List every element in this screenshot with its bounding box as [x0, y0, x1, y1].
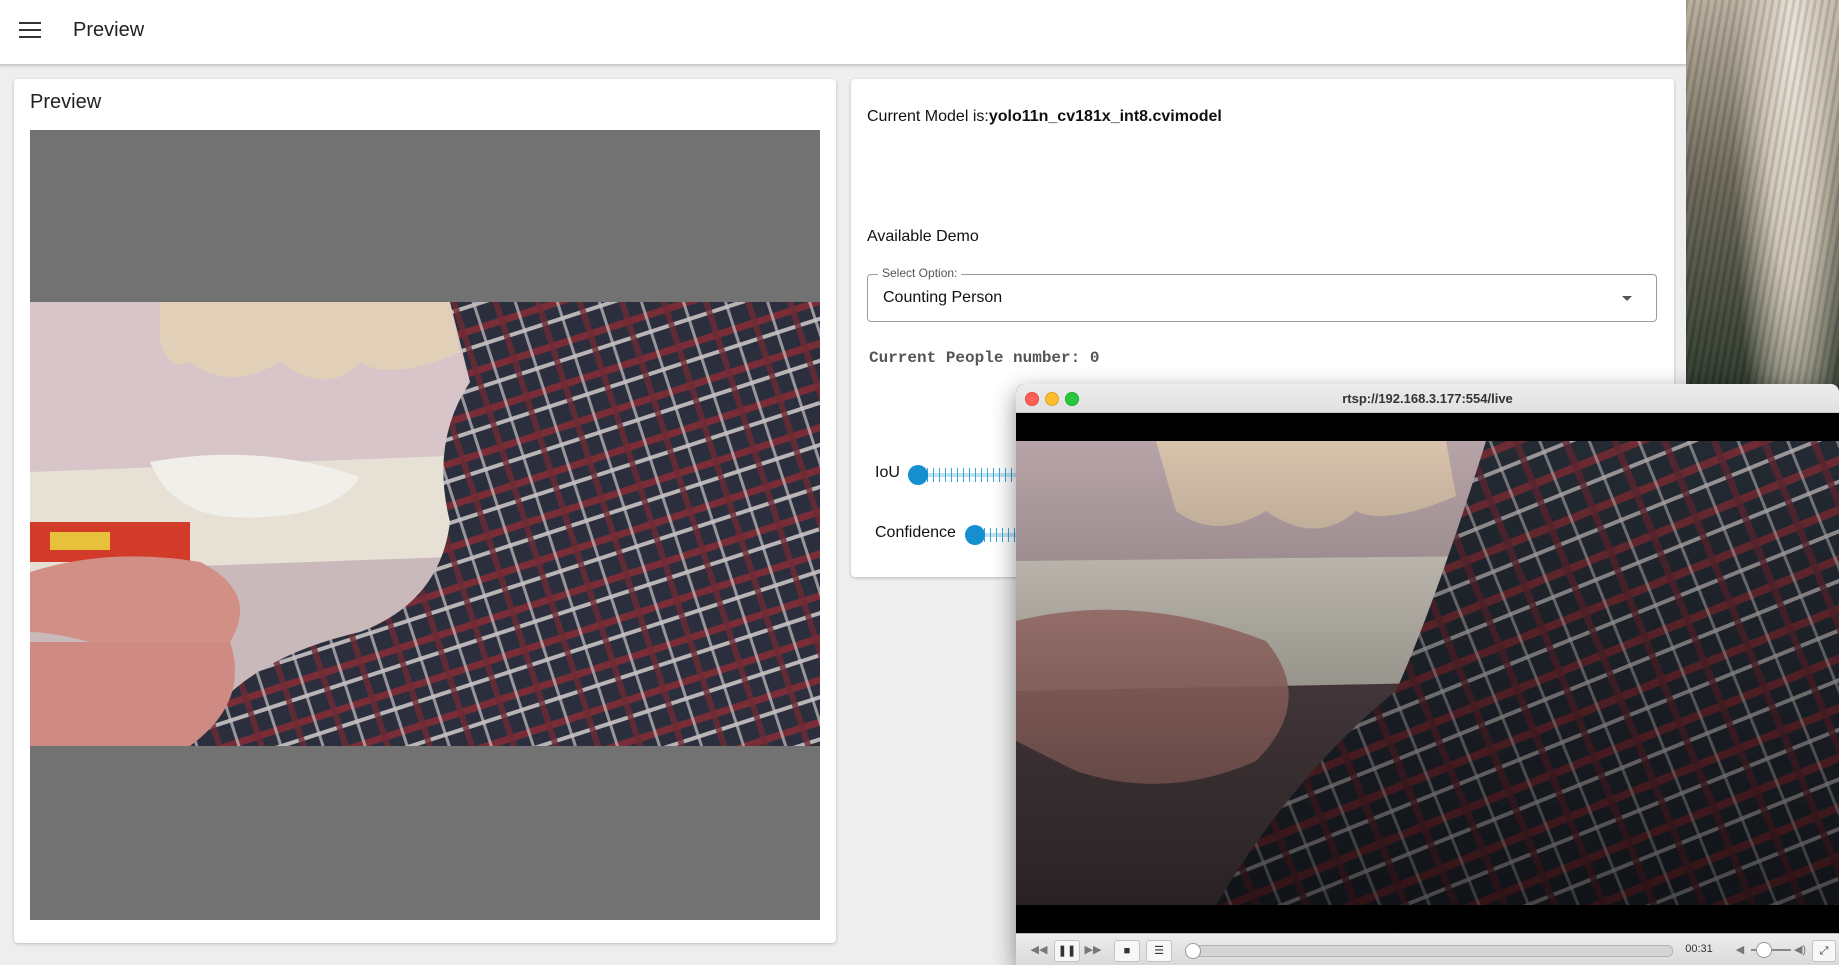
- confidence-slider-thumb[interactable]: [965, 525, 985, 545]
- demo-select[interactable]: Select Option: Counting Person: [867, 266, 1657, 322]
- fast-forward-icon[interactable]: ▶▶: [1082, 940, 1104, 960]
- camera-frame: [30, 302, 820, 746]
- available-demo-label: Available Demo: [867, 228, 979, 245]
- select-value: Counting Person: [883, 289, 1003, 306]
- people-count: Current People number: 0: [869, 349, 1100, 367]
- seek-bar[interactable]: [1185, 943, 1673, 959]
- app-bar: Preview: [0, 0, 1686, 65]
- player-title: rtsp://192.168.3.177:554/live: [1342, 391, 1513, 406]
- current-model: Current Model is:yolo11n_cv181x_int8.cvi…: [867, 108, 1222, 126]
- playlist-icon[interactable]: ☰: [1146, 940, 1172, 962]
- confidence-label: Confidence: [875, 524, 956, 541]
- volume-max-icon[interactable]: ◀): [1792, 940, 1808, 960]
- seek-knob[interactable]: [1185, 943, 1201, 959]
- chevron-down-icon: [1622, 296, 1632, 301]
- menu-icon[interactable]: [19, 22, 41, 40]
- preview-card-title: Preview: [30, 91, 102, 113]
- iou-label: IoU: [875, 464, 900, 481]
- pause-icon[interactable]: ❚❚: [1054, 940, 1080, 962]
- app-title: Preview: [73, 19, 145, 41]
- model-name: yolo11n_cv181x_int8.cvimodel: [988, 108, 1222, 125]
- iou-slider-thumb[interactable]: [908, 465, 928, 485]
- player-video: [1016, 441, 1839, 905]
- preview-video: [30, 130, 820, 920]
- volume-mute-icon[interactable]: ◀: [1732, 940, 1748, 960]
- fullscreen-icon[interactable]: ⤢: [1812, 940, 1836, 962]
- volume-knob[interactable]: [1756, 942, 1772, 958]
- video-player-window: rtsp://192.168.3.177:554/live ◀◀ ❚❚ ▶▶ ■…: [1016, 384, 1839, 965]
- stop-icon[interactable]: ■: [1114, 940, 1140, 962]
- player-controls: ◀◀ ❚❚ ▶▶ ■ ☰ 00:31 ◀ ◀) ⤢: [1016, 933, 1839, 965]
- preview-card: Preview: [14, 79, 836, 943]
- elapsed-time: 00:31: [1685, 943, 1713, 955]
- model-prefix: Current Model is:: [867, 108, 989, 125]
- player-titlebar[interactable]: rtsp://192.168.3.177:554/live: [1016, 384, 1839, 413]
- select-legend: Select Option:: [878, 266, 962, 280]
- rewind-icon[interactable]: ◀◀: [1028, 940, 1050, 960]
